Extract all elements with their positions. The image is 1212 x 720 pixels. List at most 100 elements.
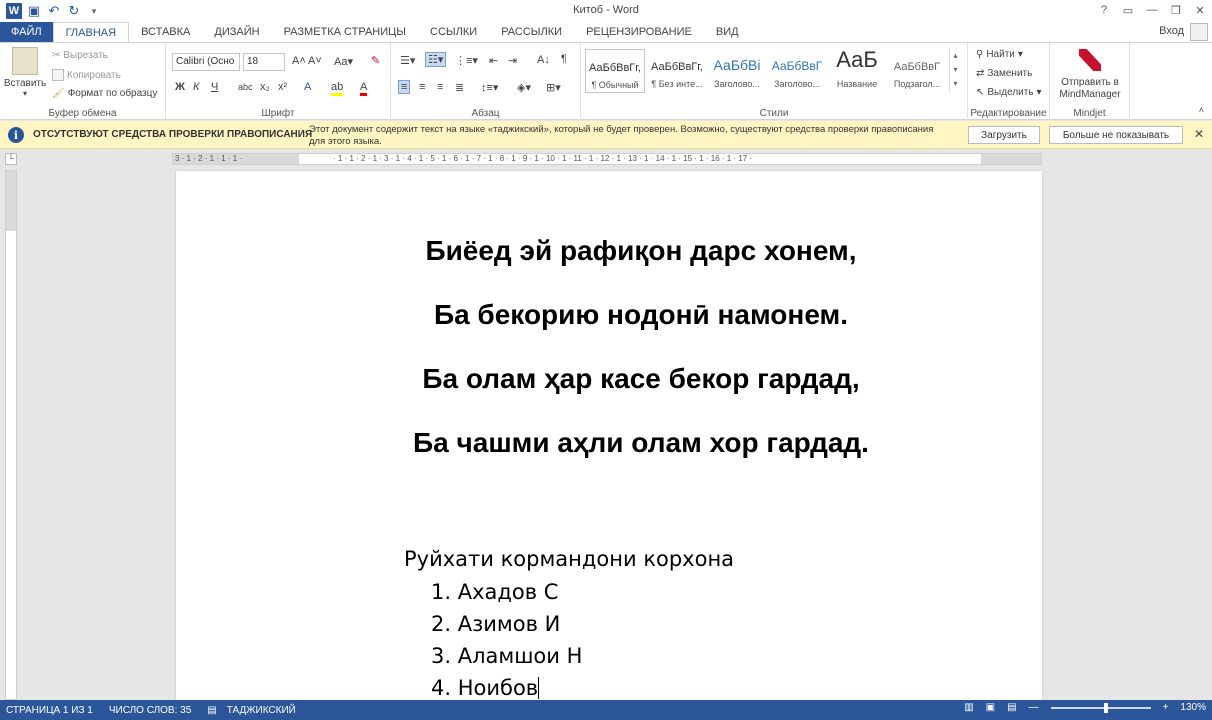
sort-icon[interactable]: A↓ <box>537 54 550 66</box>
paste-button[interactable]: Вставить ▾ <box>4 47 46 98</box>
copy-icon <box>52 69 64 81</box>
download-button[interactable]: Загрузить <box>968 126 1040 144</box>
font-color-icon[interactable]: A <box>360 81 368 96</box>
close-icon[interactable]: ✕ <box>1194 127 1204 141</box>
zoom-level[interactable]: 130% <box>1180 702 1206 713</box>
undo-icon[interactable]: ↶ <box>46 3 62 19</box>
tab-selector[interactable]: └ <box>5 153 17 165</box>
close-window-button[interactable]: ✕ <box>1188 0 1212 20</box>
decrease-indent-icon[interactable]: ⇤ <box>489 54 498 67</box>
style-title[interactable]: АаБ Название <box>827 49 887 93</box>
cut-button[interactable]: ✂ Вырезать <box>52 50 108 61</box>
brush-icon: 🖌 <box>52 88 65 99</box>
tab-references[interactable]: ССЫЛКИ <box>418 22 489 42</box>
increase-indent-icon[interactable]: ⇥ <box>508 54 517 67</box>
poem-line[interactable]: Ба чашми аҳли олам хор гардад. <box>176 427 1042 459</box>
horizontal-ruler[interactable]: 3 · 1 · 2 · 1 · 1 · 1 · · 1 · 1 · 2 · 1 … <box>172 153 1042 165</box>
format-painter-button[interactable]: 🖌 Формат по образцу <box>52 88 157 99</box>
user-avatar-icon[interactable] <box>1190 23 1208 41</box>
subscript-button[interactable]: x₂ <box>260 81 270 93</box>
zoom-out-button[interactable]: — <box>1029 702 1039 713</box>
style-heading-1[interactable]: АаБбВі Заголово... <box>707 49 767 93</box>
bold-button[interactable]: Ж <box>175 81 185 93</box>
copy-button[interactable]: Копировать <box>52 69 121 81</box>
document-page[interactable]: Биёед эй рафиқон дарс хонем, Ба бекорию … <box>176 171 1042 711</box>
numbering-icon[interactable]: ☷▾ <box>425 52 447 67</box>
multilevel-list-icon[interactable]: ⋮≡▾ <box>455 54 478 67</box>
line-spacing-icon[interactable]: ↕≡▾ <box>481 81 498 94</box>
list-item[interactable]: 1. Ахадов С <box>431 580 558 604</box>
borders-icon[interactable]: ⊞▾ <box>546 81 561 94</box>
maximize-button[interactable]: ❐ <box>1164 0 1188 20</box>
style-heading-2[interactable]: АаБбВвГ Заголово... <box>767 49 827 93</box>
align-right-icon[interactable]: ≡ <box>437 81 443 93</box>
shading-icon[interactable]: ◈▾ <box>517 81 531 94</box>
list-item[interactable]: 2. Азимов И <box>431 612 560 636</box>
sign-in-link[interactable]: Вход <box>1159 25 1184 37</box>
style-subtitle[interactable]: АаБбВвГ Подзагол... <box>887 49 947 93</box>
highlight-icon[interactable]: ab <box>331 81 344 96</box>
style-no-spacing[interactable]: АаБбВвГг, ¶ Без инте... <box>647 49 707 93</box>
list-title[interactable]: Руйхати кормандони корхона <box>404 547 734 571</box>
customize-qat-icon[interactable]: ▾ <box>86 3 102 19</box>
change-case-button[interactable]: Aa▾ <box>334 55 353 68</box>
grow-font-button[interactable]: A˄ <box>292 55 306 67</box>
show-marks-icon[interactable]: ¶ <box>561 53 567 65</box>
zoom-slider[interactable] <box>1050 702 1151 713</box>
dont-show-again-button[interactable]: Больше не показывать <box>1049 126 1183 144</box>
bullets-icon[interactable]: ☰▾ <box>400 54 415 67</box>
font-name-field[interactable]: Calibri (Осно <box>172 53 240 71</box>
text-effects-icon[interactable]: A <box>304 81 311 93</box>
zoom-in-button[interactable]: + <box>1163 702 1169 713</box>
redo-icon[interactable]: ↻ <box>66 3 82 19</box>
quick-access-toolbar: W ▣ ↶ ↻ ▾ <box>0 3 102 19</box>
italic-button[interactable]: К <box>193 81 199 93</box>
page-count[interactable]: СТРАНИЦА 1 ИЗ 1 <box>6 705 93 716</box>
minimize-button[interactable]: — <box>1140 0 1164 20</box>
shrink-font-button[interactable]: A˅ <box>308 55 322 67</box>
list-item[interactable]: 3. Аламшои Н <box>431 644 582 668</box>
tab-review[interactable]: РЕЦЕНЗИРОВАНИЕ <box>574 22 704 42</box>
styles-scroll[interactable]: ▴ ▾ ▾ <box>949 49 961 93</box>
justify-icon[interactable]: ≣ <box>455 81 464 94</box>
tab-design[interactable]: ДИЗАЙН <box>202 22 271 42</box>
poem-line[interactable]: Ба олам ҳар касе бекор гардад, <box>176 363 1042 395</box>
styles-group: АаБбВвГг, ¶ Обычный АаБбВвГг, ¶ Без инте..… <box>581 43 968 121</box>
tab-mailings[interactable]: РАССЫЛКИ <box>489 22 574 42</box>
tab-layout[interactable]: РАЗМЕТКА СТРАНИЦЫ <box>272 22 418 42</box>
language-indicator[interactable]: ТАДЖИКСКИЙ <box>227 705 296 716</box>
styles-group-label: Стили <box>759 108 789 119</box>
collapse-ribbon-icon[interactable]: ˄ <box>1199 105 1204 115</box>
poem-line[interactable]: Биёед эй рафиқон дарс хонем, <box>176 235 1042 267</box>
zoom-thumb[interactable] <box>1104 702 1109 713</box>
word-logo-icon[interactable]: W <box>6 3 22 19</box>
align-left-icon[interactable]: ≡ <box>398 80 411 94</box>
superscript-button[interactable]: x² <box>278 81 287 93</box>
help-button[interactable]: ? <box>1092 0 1116 20</box>
send-to-mindmanager-button[interactable]: Отправить в MindManager <box>1054 49 1126 101</box>
poem-line[interactable]: Ба бекорию нодонӣ намонем. <box>176 299 1042 331</box>
vertical-ruler[interactable] <box>5 170 17 700</box>
spelling-info-bar: i ОТСУТСТВУЮТ СРЕДСТВА ПРОВЕРКИ ПРАВОПИС… <box>0 121 1212 149</box>
proofing-icon[interactable]: ▤ <box>207 705 216 716</box>
style-normal[interactable]: АаБбВвГг, ¶ Обычный <box>585 49 645 93</box>
read-mode-icon[interactable]: ▥ <box>964 702 973 713</box>
word-count[interactable]: ЧИСЛО СЛОВ: 35 <box>109 705 191 716</box>
clear-format-icon[interactable]: ✎ <box>371 54 380 67</box>
web-layout-icon[interactable]: ▤ <box>1007 702 1016 713</box>
replace-button[interactable]: ⇄ Заменить <box>976 68 1032 79</box>
font-size-field[interactable]: 18 <box>243 53 285 71</box>
strikethrough-button[interactable]: abc <box>238 82 253 92</box>
select-button[interactable]: ↖ Выделить ▾ <box>976 87 1042 98</box>
find-button[interactable]: ⚲ Найти ▾ <box>976 49 1023 60</box>
save-icon[interactable]: ▣ <box>26 3 42 19</box>
tab-view[interactable]: ВИД <box>704 22 751 42</box>
tab-home[interactable]: ГЛАВНАЯ <box>52 22 130 42</box>
align-center-icon[interactable]: ≡ <box>419 81 425 93</box>
print-layout-icon[interactable]: ▣ <box>986 702 995 713</box>
underline-button[interactable]: Ч <box>211 81 218 93</box>
list-item[interactable]: 4. Ноибов <box>431 676 540 700</box>
ribbon-display-button[interactable]: ▭ <box>1116 0 1140 20</box>
tab-file[interactable]: ФАЙЛ <box>0 22 53 42</box>
tab-insert[interactable]: ВСТАВКА <box>129 22 202 42</box>
